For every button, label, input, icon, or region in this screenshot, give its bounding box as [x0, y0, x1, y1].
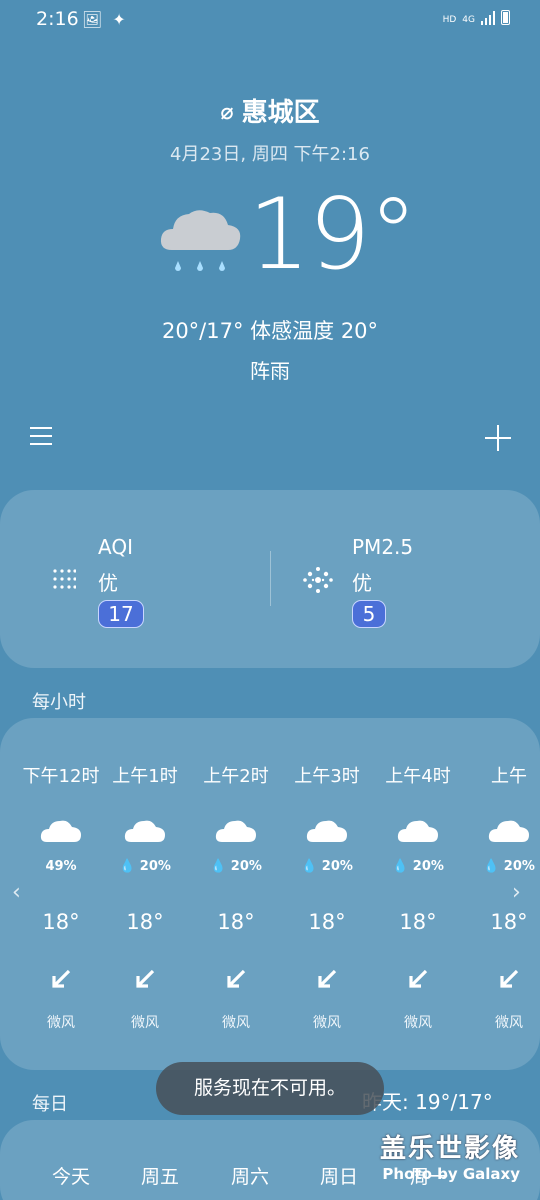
- hd-indicator: HD: [442, 15, 457, 25]
- day-label: 周日: [320, 1166, 359, 1188]
- pm25-value-badge: 5: [352, 600, 386, 628]
- toast-message: 服务现在不可用。: [156, 1062, 384, 1115]
- hour-temperature: 18°: [490, 910, 528, 934]
- hour-time: 下午12时: [22, 766, 100, 787]
- hour-temperature: 18°: [399, 910, 437, 934]
- precip-chance: 💧 20%: [282, 859, 372, 874]
- daily-title: 每日: [32, 1094, 68, 1115]
- location-off-icon: ⌀: [220, 100, 234, 125]
- hour-time: 上午1时: [112, 766, 178, 787]
- raindrop-icon: 💧: [392, 859, 409, 874]
- raindrop-icon: 💧: [210, 859, 227, 874]
- pm25-level: 优: [352, 571, 372, 595]
- hour-time: 上午2时: [203, 766, 269, 787]
- watermark: 盖乐世影像 Photo by Galaxy: [380, 1128, 520, 1183]
- raindrop-icon: 💧: [301, 859, 318, 874]
- precip-value: 20%: [230, 859, 262, 874]
- cloudy-icon: [215, 818, 257, 848]
- location-header[interactable]: ⌀ 惠城区: [0, 92, 540, 129]
- hour-time: 上午: [491, 766, 527, 787]
- image-icon: 🖼: [82, 10, 103, 29]
- air-divider: [270, 551, 271, 606]
- status-time: 2:16: [36, 8, 79, 30]
- aqi-level: 优: [98, 571, 118, 595]
- precip-value: 20%: [139, 859, 171, 874]
- location-name: 惠城区: [241, 98, 320, 128]
- cloudy-icon: [488, 818, 530, 848]
- hour-temperature: 18°: [308, 910, 346, 934]
- aqi-value-badge: 17: [98, 600, 144, 628]
- wind-direction-arrow-icon: [317, 969, 337, 993]
- hourly-forecast-card[interactable]: 下午12时 49% 18° 微风 上午1时 💧 20% 18° 微风 上午2时 …: [0, 718, 540, 1070]
- pm25-label: PM2.5: [352, 535, 414, 559]
- hour-temperature: 18°: [42, 910, 80, 934]
- wind-direction-arrow-icon: [226, 969, 246, 993]
- hour-temperature: 18°: [217, 910, 255, 934]
- hour-wind: 微风: [404, 1015, 432, 1031]
- hour-wind: 微风: [313, 1015, 341, 1031]
- raindrop-icon: 💧: [119, 859, 136, 874]
- precip-value: 20%: [321, 859, 353, 874]
- hour-wind: 微风: [495, 1015, 523, 1031]
- menu-button[interactable]: [30, 427, 52, 451]
- hour-wind: 微风: [222, 1015, 250, 1031]
- precip-chance: 💧 20%: [373, 859, 463, 874]
- hour-time: 上午3时: [294, 766, 360, 787]
- battery-icon: [501, 10, 510, 25]
- cloudy-icon: [124, 818, 166, 848]
- day-label: 周六: [231, 1166, 270, 1188]
- hour-wind: 微风: [47, 1015, 75, 1031]
- precip-chance: 💧 20%: [191, 859, 281, 874]
- update-datetime: 4月23日, 周四 下午2:16: [170, 144, 370, 165]
- accessibility-icon: ✦: [112, 10, 126, 29]
- weather-condition: 阵雨: [250, 359, 290, 383]
- aqi-label: AQI: [98, 535, 133, 559]
- aqi-dots-icon: [52, 568, 77, 596]
- hour-time: 上午4时: [385, 766, 451, 787]
- signal-icon: [481, 11, 495, 25]
- wind-direction-arrow-icon: [408, 969, 428, 993]
- day-label: 今天: [52, 1166, 91, 1188]
- watermark-title: 盖乐世影像: [379, 1134, 520, 1164]
- hour-wind: 微风: [131, 1015, 159, 1031]
- precip-chance: 💧 20%: [464, 859, 540, 874]
- add-location-button[interactable]: [485, 425, 511, 451]
- wind-direction-arrow-icon: [51, 969, 71, 993]
- day-label: 周五: [141, 1166, 180, 1188]
- precip-value: 20%: [503, 859, 535, 874]
- hourly-title: 每小时: [32, 692, 86, 713]
- cloudy-icon: [306, 818, 348, 848]
- precip-value: 20%: [412, 859, 444, 874]
- network-type-indicator: 4G: [462, 15, 475, 25]
- wind-direction-arrow-icon: [499, 969, 519, 993]
- hour-temperature: 18°: [126, 910, 164, 934]
- cloudy-icon: [397, 818, 439, 848]
- scroll-left-icon[interactable]: ‹: [12, 880, 21, 905]
- watermark-subtitle: Photo by Galaxy: [382, 1165, 520, 1183]
- pm25-particles-icon: [302, 564, 334, 600]
- current-temperature: 19°: [248, 178, 418, 292]
- rain-cloud-icon: [158, 205, 244, 281]
- wind-direction-arrow-icon: [135, 969, 155, 993]
- precip-chance: 49%: [45, 859, 77, 874]
- precip-chance: 💧 20%: [100, 859, 190, 874]
- scroll-right-icon[interactable]: ›: [512, 880, 521, 905]
- temp-range-feels-like: 20°/17° 体感温度 20°: [161, 319, 379, 343]
- raindrop-icon: 💧: [483, 859, 500, 874]
- cloudy-icon: [40, 818, 82, 848]
